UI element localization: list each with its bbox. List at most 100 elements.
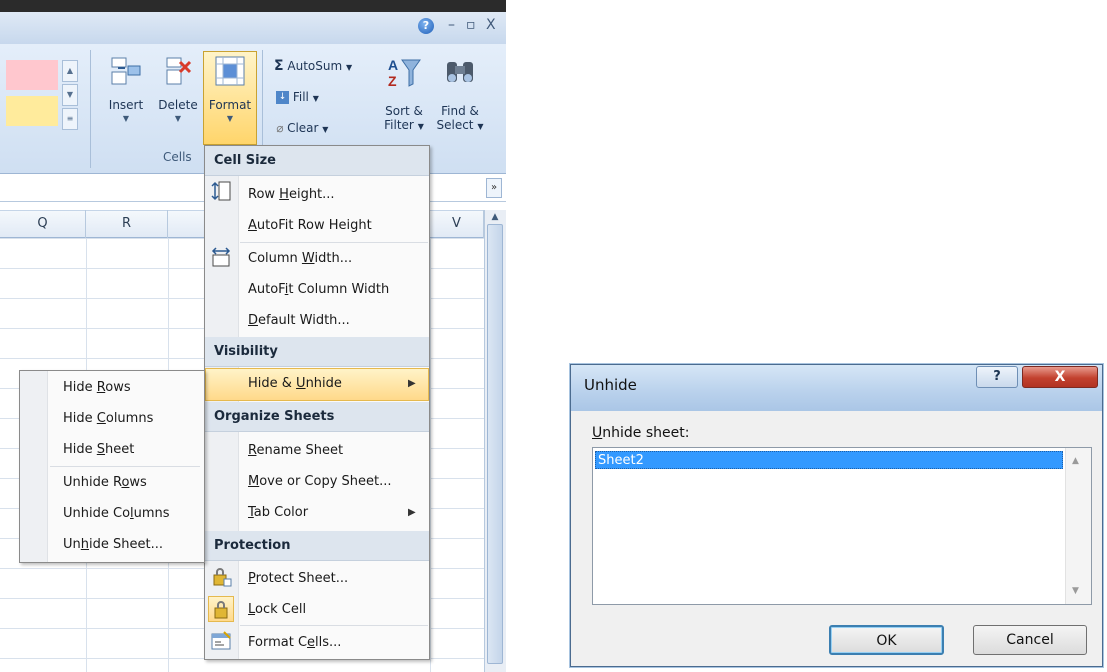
- menu-text: Column: [248, 251, 302, 266]
- gallery-up-icon[interactable]: ▲: [62, 60, 78, 82]
- submenu-separator: [50, 466, 200, 467]
- fill-label: Fill: [292, 90, 309, 104]
- menu-accelerator: e: [307, 635, 316, 650]
- insert-button[interactable]: Insert ▼: [98, 52, 154, 142]
- clear-label: Clear: [287, 121, 319, 135]
- listbox-scroll-down-icon[interactable]: ▼: [1072, 586, 1079, 596]
- menu-text: ove or Copy Sheet...: [259, 474, 392, 489]
- dialog-title: Unhide: [584, 376, 637, 394]
- column-header-q[interactable]: Q: [0, 210, 86, 238]
- sort-az-icon: A Z: [382, 54, 426, 90]
- gallery-down-icon[interactable]: ▼: [62, 84, 78, 106]
- menu-text: idth...: [314, 251, 353, 266]
- submenu-hide-columns[interactable]: Hide Columns: [63, 404, 211, 434]
- dialog-close-button[interactable]: X: [1022, 366, 1098, 388]
- menu-rename-sheet[interactable]: Rename Sheet: [240, 436, 428, 466]
- menu-autofit-row-height[interactable]: AutoFit Row Height: [240, 211, 428, 241]
- sort-filter-button[interactable]: A Z Sort & Filter ▼: [382, 54, 426, 132]
- menu-text: utoFit Row Height: [256, 218, 372, 233]
- menu-text: Hide &: [248, 376, 297, 391]
- label-text: nhide sheet:: [602, 425, 690, 441]
- menu-text: efault Width...: [258, 313, 350, 328]
- submenu-unhide-rows[interactable]: Unhide Rows: [63, 468, 211, 498]
- menu-text: eight...: [288, 187, 335, 202]
- menu-text: Unhide Co: [63, 506, 131, 521]
- submenu-arrow-icon: ▶: [408, 507, 416, 518]
- chevron-down-icon: ▼: [417, 122, 424, 131]
- menu-accelerator: C: [96, 411, 106, 426]
- help-icon[interactable]: ?: [418, 18, 434, 34]
- menu-accelerator: U: [296, 376, 306, 391]
- sheet-list-item[interactable]: Sheet2: [595, 451, 1063, 469]
- row-height-icon: [210, 180, 232, 202]
- section-visibility: Visibility: [205, 337, 429, 367]
- find-select-line1: Find &: [441, 104, 479, 118]
- menu-text: Row: [248, 187, 280, 202]
- menu-separator: [240, 242, 428, 243]
- listbox-scrollbar[interactable]: [1065, 448, 1091, 604]
- menu-accelerator: D: [248, 313, 259, 328]
- menu-text: Hide: [63, 442, 97, 457]
- section-cell-size: Cell Size: [205, 146, 429, 176]
- menu-text: t Column Width: [288, 282, 390, 297]
- scrollbar-thumb[interactable]: [487, 224, 503, 664]
- expand-formula-bar-icon[interactable]: »: [486, 178, 502, 198]
- svg-text:Z: Z: [388, 73, 397, 89]
- column-width-icon: [210, 246, 232, 268]
- menu-autofit-column-width[interactable]: AutoFit Column Width: [240, 275, 428, 305]
- sheet-listbox[interactable]: [592, 447, 1092, 605]
- delete-button[interactable]: Delete ▼: [150, 52, 206, 142]
- submenu-hide-sheet[interactable]: Hide Sheet: [63, 435, 211, 465]
- dialog-help-button[interactable]: ?: [976, 366, 1018, 388]
- column-header-r[interactable]: R: [86, 210, 168, 238]
- find-select-button[interactable]: Find & Select ▼: [434, 54, 486, 132]
- insert-label: Insert: [108, 98, 144, 112]
- menu-row-height[interactable]: Row Height...: [240, 180, 428, 210]
- sort-filter-line2-wrap: Filter ▼: [382, 118, 426, 132]
- submenu-hide-rows[interactable]: Hide Rows: [63, 373, 211, 403]
- insert-dropdown-icon: ▼: [122, 114, 130, 123]
- format-button[interactable]: Format ▼: [203, 51, 257, 145]
- menu-accelerator: M: [248, 474, 260, 489]
- binoculars-icon: [434, 54, 486, 90]
- clear-button[interactable]: ⌀ Clear ▼: [276, 121, 328, 135]
- column-header-v[interactable]: V: [430, 210, 484, 238]
- format-dropdown-icon: ▼: [226, 114, 234, 123]
- fill-button[interactable]: ↓ Fill ▼: [276, 90, 319, 104]
- menu-format-cells[interactable]: Format Cells...: [240, 628, 428, 658]
- menu-protect-sheet[interactable]: Protect Sheet...: [240, 564, 428, 594]
- delete-dropdown-icon: ▼: [174, 114, 182, 123]
- menu-lock-cell[interactable]: Lock Cell: [240, 595, 428, 625]
- autosum-button[interactable]: Σ AutoSum ▼: [274, 58, 352, 74]
- menu-column-width[interactable]: Column Width...: [240, 244, 428, 274]
- scroll-up-icon[interactable]: ▲: [486, 212, 504, 226]
- cancel-button[interactable]: Cancel: [973, 625, 1087, 655]
- insert-cells-icon: [109, 54, 143, 88]
- listbox-scroll-up-icon[interactable]: ▲: [1072, 456, 1079, 466]
- menu-default-width[interactable]: Default Width...: [240, 306, 428, 336]
- submenu-unhide-columns[interactable]: Unhide Columns: [63, 499, 211, 529]
- grid-line: [430, 238, 431, 672]
- close-button[interactable]: X: [486, 17, 496, 33]
- style-swatch-neutral[interactable]: [6, 96, 58, 126]
- style-swatch-bad[interactable]: [6, 60, 58, 90]
- protect-sheet-icon: [210, 566, 232, 588]
- find-select-line2: Select: [436, 118, 474, 132]
- menu-accelerator: A: [248, 218, 257, 233]
- menu-accelerator: W: [301, 251, 315, 266]
- ok-button[interactable]: OK: [829, 625, 944, 655]
- minimize-button[interactable]: –: [448, 17, 455, 33]
- chevron-down-icon: ▼: [346, 63, 353, 72]
- menu-move-copy-sheet[interactable]: Move or Copy Sheet...: [240, 467, 428, 497]
- menu-text: ows: [105, 380, 131, 395]
- menu-text: olumns: [105, 411, 154, 426]
- format-cells-dialog-icon: [210, 630, 232, 652]
- restore-button[interactable]: ▫: [466, 17, 476, 33]
- gallery-more-icon[interactable]: ≡: [62, 108, 78, 130]
- menu-text: heet: [105, 442, 135, 457]
- menu-separator: [240, 625, 428, 626]
- menu-tab-color[interactable]: Tab Color: [240, 498, 428, 528]
- submenu-unhide-sheet[interactable]: Unhide Sheet...: [63, 530, 211, 560]
- menu-hide-unhide-label[interactable]: Hide & Unhide: [240, 369, 428, 399]
- menu-text: Un: [63, 537, 81, 552]
